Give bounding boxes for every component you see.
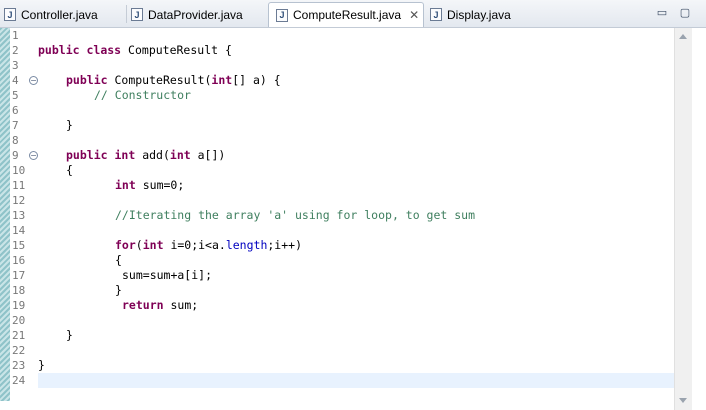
line-number: 23 [12,359,26,372]
minimize-icon[interactable]: ▭ [656,6,668,19]
line-number: 1 [12,29,19,42]
code-line: public class ComputeResult { [38,43,232,57]
line-number: 12 [12,194,26,207]
overview-ruler [0,28,10,401]
java-file-icon: J [430,8,442,21]
code-comment: // Constructor [94,88,191,102]
code-line: { [66,163,73,177]
line-number: 19 [12,299,26,312]
maximize-icon[interactable]: ▢ [679,6,691,19]
editor-tab-bar: J Controller.java J DataProvider.java J … [0,0,706,28]
line-number: 10 [12,164,26,177]
tab-controller-java[interactable]: J Controller.java [4,2,124,27]
code-line: sum=sum+a[i]; [122,268,213,282]
code-line: for(int i=0;i<a.length;i++) [115,238,302,252]
java-file-icon: J [131,8,143,21]
tab-label: Controller.java [21,7,98,22]
line-number: 5 [12,89,19,102]
line-number: 3 [12,59,19,72]
line-number: 6 [12,104,19,117]
code-line: public ComputeResult(int[] a) { [66,73,281,87]
collapse-fold-icon[interactable]: − [29,76,38,85]
line-number: 21 [12,329,26,342]
line-number: 22 [12,344,26,357]
line-number: 20 [12,314,26,327]
tab-computeresult-java[interactable]: J ComputeResult.java ✕ [268,2,424,27]
code-line: int sum=0; [115,178,185,192]
scroll-down-icon[interactable] [679,398,687,403]
code-line: return sum; [122,298,199,312]
tab-display-java[interactable]: J Display.java [430,2,530,27]
code-area[interactable]: public class ComputeResult { public Comp… [38,28,674,410]
line-number: 17 [12,269,26,282]
line-number: 8 [12,134,19,147]
line-number: 2 [12,44,19,57]
line-number-gutter: 1 2 3 4 5 6 7 8 9 10 11 12 13 14 15 16 1… [10,28,38,410]
java-file-icon: J [276,8,288,22]
code-line: } [115,283,122,297]
code-line: } [38,358,45,372]
line-number: 24 [12,374,26,387]
code-comment: //Iterating the array 'a' using for loop… [115,208,476,222]
line-number: 7 [12,119,19,132]
tab-separator [126,5,127,23]
line-number: 11 [12,179,26,192]
vertical-scrollbar[interactable] [674,28,692,410]
tab-label: Display.java [447,7,511,22]
code-line: public int add(int a[]) [66,148,226,162]
tab-label: DataProvider.java [148,7,243,22]
code-line: } [66,118,73,132]
tab-dataprovider-java[interactable]: J DataProvider.java [131,2,266,27]
code-editor[interactable]: 1 2 3 4 5 6 7 8 9 10 11 12 13 14 15 16 1… [0,28,706,410]
line-number: 18 [12,284,26,297]
code-line: } [66,328,73,342]
line-number: 15 [12,239,26,252]
close-tab-icon[interactable]: ✕ [409,8,419,22]
collapse-fold-icon[interactable]: − [29,151,38,160]
line-number: 13 [12,209,26,222]
code-line: { [115,253,122,267]
line-number: 16 [12,254,26,267]
java-file-icon: J [4,8,16,21]
tab-label: ComputeResult.java [293,8,402,22]
scroll-up-icon[interactable] [679,34,687,39]
line-number: 14 [12,224,26,237]
